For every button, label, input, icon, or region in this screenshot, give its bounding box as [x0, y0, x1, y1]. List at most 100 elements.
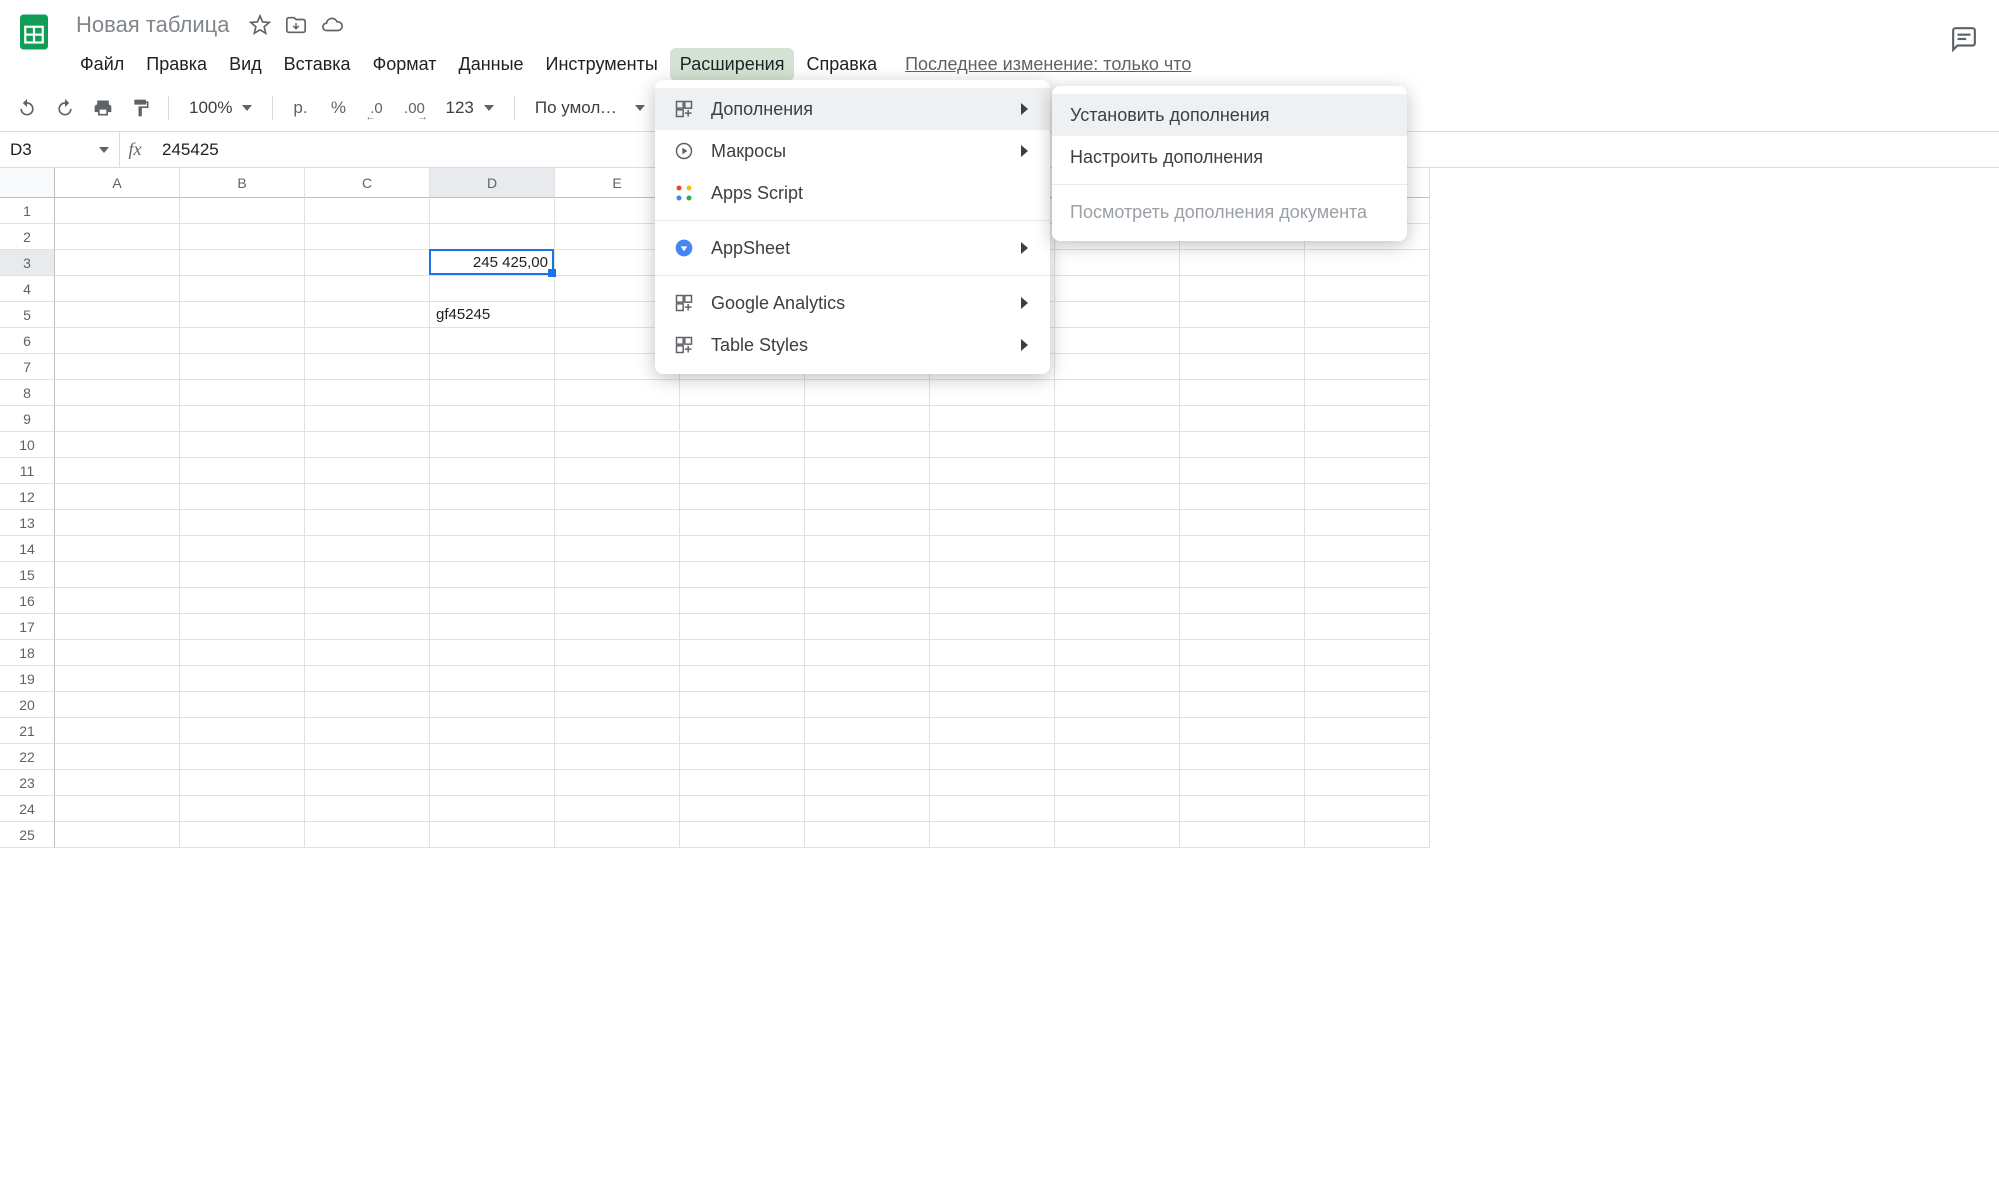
- cell[interactable]: [55, 614, 180, 640]
- cell[interactable]: [930, 510, 1055, 536]
- cell[interactable]: [430, 380, 555, 406]
- cell[interactable]: [930, 744, 1055, 770]
- cell[interactable]: [180, 536, 305, 562]
- cell[interactable]: [305, 302, 430, 328]
- cell[interactable]: [55, 224, 180, 250]
- menu-view[interactable]: Вид: [219, 48, 272, 81]
- cell[interactable]: [1305, 640, 1430, 666]
- cell[interactable]: [180, 510, 305, 536]
- cell[interactable]: [305, 588, 430, 614]
- cell[interactable]: [555, 510, 680, 536]
- cell[interactable]: [305, 354, 430, 380]
- row-header[interactable]: 18: [0, 640, 55, 666]
- cell[interactable]: [55, 770, 180, 796]
- sheets-logo[interactable]: [10, 8, 58, 56]
- cell[interactable]: [805, 562, 930, 588]
- cell[interactable]: [305, 796, 430, 822]
- cell[interactable]: [305, 276, 430, 302]
- cell[interactable]: [430, 224, 555, 250]
- cell[interactable]: [430, 614, 555, 640]
- print-button[interactable]: [86, 91, 120, 125]
- cell[interactable]: [430, 536, 555, 562]
- cell[interactable]: [305, 822, 430, 848]
- row-header[interactable]: 3: [0, 250, 55, 276]
- cell[interactable]: [805, 666, 930, 692]
- cell[interactable]: [430, 822, 555, 848]
- cell[interactable]: [180, 692, 305, 718]
- cell[interactable]: [555, 562, 680, 588]
- cell[interactable]: gf45245: [430, 302, 555, 328]
- cell[interactable]: [1055, 640, 1180, 666]
- cell[interactable]: [805, 796, 930, 822]
- cell[interactable]: [1180, 510, 1305, 536]
- col-header[interactable]: A: [55, 168, 180, 198]
- cell[interactable]: [805, 692, 930, 718]
- cell[interactable]: [180, 562, 305, 588]
- cell[interactable]: [1305, 744, 1430, 770]
- cell[interactable]: [430, 354, 555, 380]
- cell[interactable]: [930, 666, 1055, 692]
- col-header[interactable]: C: [305, 168, 430, 198]
- cell[interactable]: [1055, 666, 1180, 692]
- cell[interactable]: [55, 406, 180, 432]
- submenu-install-addons[interactable]: Установить дополнения: [1052, 94, 1407, 136]
- cell[interactable]: [55, 640, 180, 666]
- cell[interactable]: [305, 432, 430, 458]
- menu-addons[interactable]: Дополнения: [655, 88, 1050, 130]
- cell[interactable]: [180, 406, 305, 432]
- cell[interactable]: [680, 666, 805, 692]
- cell[interactable]: [1180, 302, 1305, 328]
- cell[interactable]: [680, 432, 805, 458]
- cell[interactable]: [55, 562, 180, 588]
- cell[interactable]: [1305, 770, 1430, 796]
- cell[interactable]: [180, 250, 305, 276]
- paint-format-button[interactable]: [124, 91, 158, 125]
- cell[interactable]: [430, 458, 555, 484]
- cell[interactable]: [805, 640, 930, 666]
- select-all-corner[interactable]: [0, 168, 55, 198]
- cell[interactable]: [1055, 744, 1180, 770]
- cell[interactable]: [680, 614, 805, 640]
- cell[interactable]: [430, 666, 555, 692]
- cell[interactable]: [430, 406, 555, 432]
- cell[interactable]: [55, 822, 180, 848]
- cell[interactable]: [1055, 354, 1180, 380]
- cell[interactable]: [55, 276, 180, 302]
- cell[interactable]: [1305, 354, 1430, 380]
- cell[interactable]: [1180, 822, 1305, 848]
- cell[interactable]: [1180, 744, 1305, 770]
- cell[interactable]: [180, 588, 305, 614]
- cell[interactable]: [930, 640, 1055, 666]
- cell[interactable]: [680, 458, 805, 484]
- row-header[interactable]: 7: [0, 354, 55, 380]
- cell[interactable]: [680, 562, 805, 588]
- cell[interactable]: [55, 458, 180, 484]
- cell[interactable]: [680, 380, 805, 406]
- row-header[interactable]: 4: [0, 276, 55, 302]
- cell[interactable]: [680, 770, 805, 796]
- row-header[interactable]: 12: [0, 484, 55, 510]
- cell[interactable]: [805, 458, 930, 484]
- cell[interactable]: [430, 198, 555, 224]
- cloud-icon[interactable]: [321, 14, 343, 36]
- name-box[interactable]: D3: [0, 132, 120, 167]
- cell[interactable]: [555, 640, 680, 666]
- cell[interactable]: [930, 536, 1055, 562]
- row-header[interactable]: 15: [0, 562, 55, 588]
- cell[interactable]: [555, 770, 680, 796]
- menu-appsheet[interactable]: AppSheet: [655, 227, 1050, 269]
- cell[interactable]: [555, 718, 680, 744]
- cell[interactable]: [430, 796, 555, 822]
- cell[interactable]: [1180, 250, 1305, 276]
- cell[interactable]: [555, 536, 680, 562]
- cell[interactable]: [1180, 692, 1305, 718]
- cell[interactable]: [430, 692, 555, 718]
- cell[interactable]: [680, 640, 805, 666]
- cell[interactable]: [930, 692, 1055, 718]
- cell[interactable]: [555, 666, 680, 692]
- cell[interactable]: [180, 328, 305, 354]
- row-header[interactable]: 25: [0, 822, 55, 848]
- font-dropdown[interactable]: По умолча…: [525, 91, 655, 125]
- cell[interactable]: [1055, 250, 1180, 276]
- cell[interactable]: [1180, 380, 1305, 406]
